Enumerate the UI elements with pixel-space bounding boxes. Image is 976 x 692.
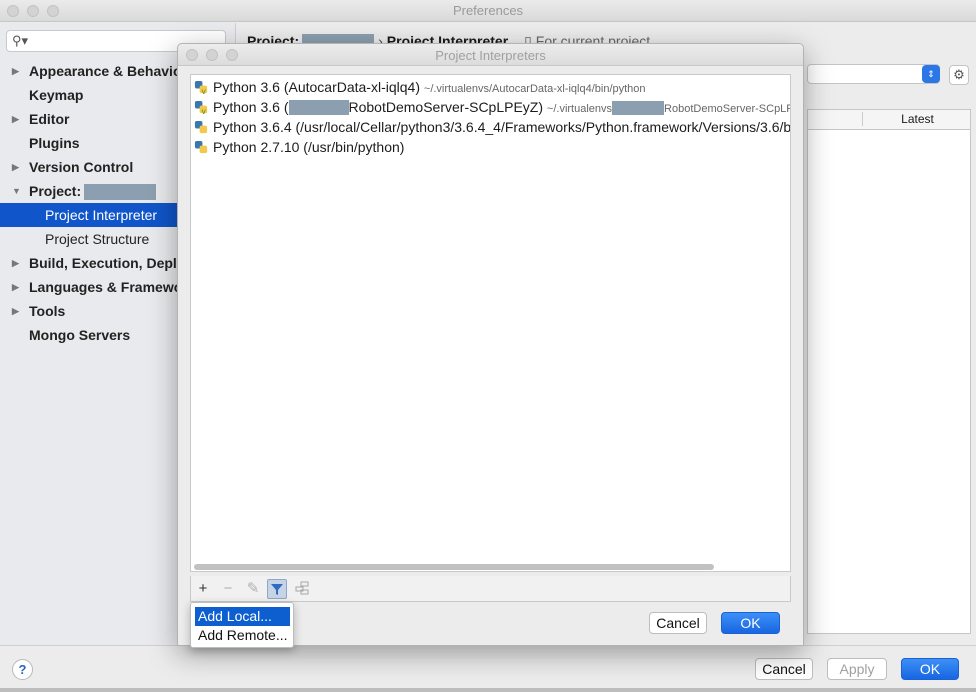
remove-interpreter-button[interactable]: −	[218, 579, 238, 599]
sidebar-item-label: Plugins	[29, 135, 80, 151]
apply-button[interactable]: Apply	[827, 658, 887, 680]
sidebar-item-label: Appearance & Behavior	[29, 63, 187, 79]
help-button[interactable]: ?	[12, 659, 33, 680]
sidebar-item-label: Keymap	[29, 87, 84, 103]
interpreter-list[interactable]: v Python 3.6 (AutocarData-xl-iqlq4) ~/.vi…	[190, 74, 791, 572]
interpreter-select[interactable]	[807, 64, 940, 84]
python-icon	[194, 140, 208, 154]
sidebar-item-label: Version Control	[29, 159, 134, 175]
interpreter-toolbar: + − ✎	[190, 576, 791, 602]
dropdown-arrows-icon[interactable]: ⇕	[922, 65, 940, 83]
python-venv-icon: v	[194, 80, 208, 95]
collapse-arrow-icon: ▼	[12, 186, 21, 196]
redacted-project-name	[84, 184, 157, 201]
interpreter-path: ~/.virtualenvs/AutocarData-xl-iqlq4/bin/…	[423, 83, 646, 95]
search-icon: ⚲▾	[12, 33, 29, 48]
sidebar-item-label: Mongo Servers	[29, 327, 131, 343]
edit-interpreter-button[interactable]: ✎	[243, 579, 263, 599]
horizontal-scrollbar[interactable]	[194, 564, 714, 570]
expand-arrow-icon: ▶	[12, 306, 19, 316]
interpreter-name: Python 3.6 (	[213, 99, 289, 115]
svg-text:v: v	[202, 107, 207, 115]
add-interpreter-button[interactable]: +	[193, 579, 213, 599]
dialog-ok-button[interactable]: OK	[721, 612, 780, 634]
svg-text:v: v	[202, 87, 207, 95]
packages-table: Latest	[807, 109, 971, 634]
dialog-cancel-button[interactable]: Cancel	[649, 612, 707, 634]
interpreter-path: RobotDemoServer-SCpLPE	[664, 103, 791, 115]
gear-icon[interactable]: ⚙	[949, 65, 969, 85]
table-header: Latest	[808, 110, 970, 130]
expand-arrow-icon: ▶	[12, 114, 19, 124]
sidebar-item-label: Editor	[29, 111, 70, 127]
redacted-text	[288, 100, 349, 115]
interpreter-name: Python 2.7.10 (/usr/bin/python)	[213, 139, 405, 155]
expand-arrow-icon: ▶	[12, 66, 19, 76]
column-header-latest[interactable]: Latest	[862, 112, 972, 126]
project-interpreters-dialog: Project Interpreters v Python 3.6 (Autoca…	[177, 43, 804, 646]
sidebar-item-label: Project:	[29, 183, 82, 199]
sidebar-item-label: Project Interpreter	[45, 207, 158, 223]
expand-arrow-icon: ▶	[12, 282, 19, 292]
interpreter-item[interactable]: v Python 3.6 (AutocarData-xl-iqlq4) ~/.vi…	[194, 77, 646, 97]
python-venv-icon: v	[194, 100, 208, 115]
dialog-titlebar: Project Interpreters	[178, 44, 803, 66]
sidebar-item-label: Project Structure	[45, 231, 150, 247]
cancel-button[interactable]: Cancel	[755, 658, 813, 680]
expand-arrow-icon: ▶	[12, 258, 19, 268]
window-titlebar: Preferences	[0, 0, 976, 22]
background-strip	[0, 688, 976, 692]
python-icon	[194, 120, 208, 134]
filter-icon[interactable]	[267, 579, 287, 599]
expand-arrow-icon: ▶	[12, 162, 19, 172]
interpreter-item[interactable]: Python 3.6.4 (/usr/local/Cellar/python3/…	[194, 117, 791, 137]
interpreter-name: RobotDemoServer-SCpLPEyZ)	[348, 99, 544, 115]
menu-item-add-local[interactable]: Add Local...	[195, 607, 290, 626]
window-title: Preferences	[452, 3, 524, 18]
ok-button[interactable]: OK	[901, 658, 959, 680]
redacted-text	[612, 101, 665, 115]
interpreter-path: ~/.virtualenvs	[546, 103, 613, 115]
dialog-title: Project Interpreters	[435, 48, 546, 63]
interpreter-name: Python 3.6.4 (/usr/local/Cellar/python3/…	[213, 119, 791, 135]
interpreter-item[interactable]: Python 2.7.10 (/usr/bin/python)	[194, 137, 404, 157]
add-interpreter-popup-menu: Add Local... Add Remote...	[190, 602, 294, 648]
menu-item-add-remote[interactable]: Add Remote...	[195, 626, 290, 645]
show-paths-icon[interactable]	[292, 579, 312, 599]
interpreter-item[interactable]: v Python 3.6 ( RobotDemoServer-SCpLPEyZ) ~…	[194, 97, 791, 117]
bottom-bar: ? Cancel Apply OK	[0, 645, 976, 692]
interpreter-name: Python 3.6 (AutocarData-xl-iqlq4)	[213, 79, 420, 95]
sidebar-item-label: Tools	[29, 303, 66, 319]
